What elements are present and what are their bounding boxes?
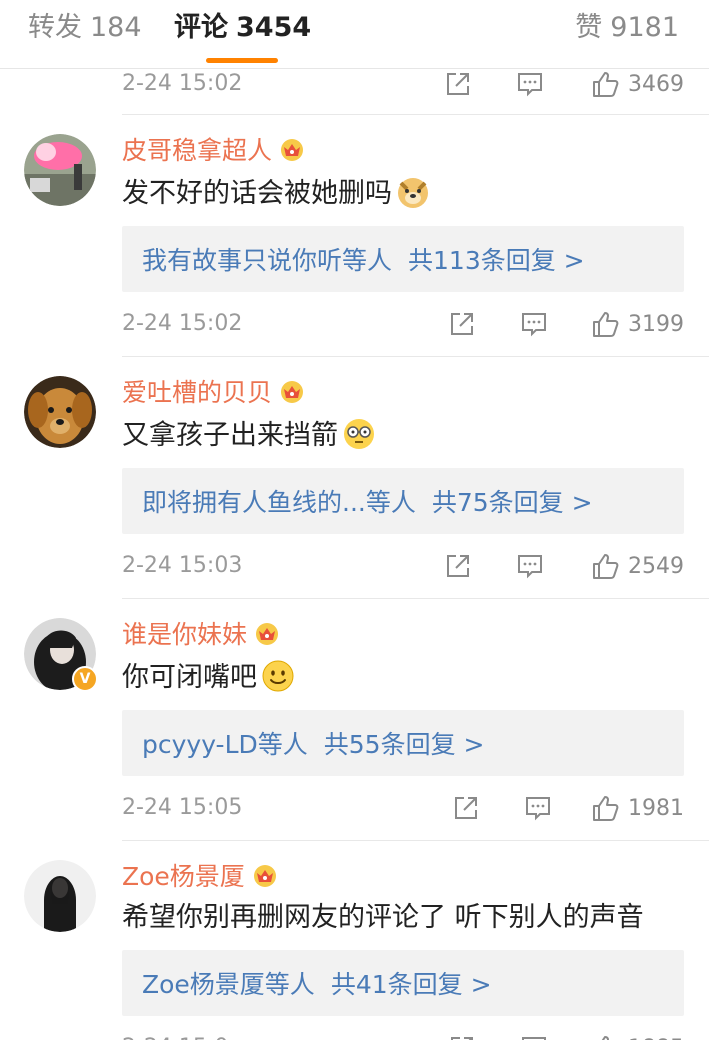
reply-preview-box[interactable]: pcyyy-LD等人 共55条回复 > bbox=[122, 710, 684, 776]
avatar[interactable]: V bbox=[24, 618, 98, 692]
comment-item: Zoe杨景厦 希望你别再删网友的评论了 听下别人的声音 Zoe杨景厦等人 共41… bbox=[0, 840, 709, 1040]
avatar[interactable] bbox=[24, 860, 96, 932]
like-count: 3199 bbox=[628, 311, 684, 337]
active-tab-indicator bbox=[206, 58, 278, 63]
comment-item: V 谁是你妹妹 你可闭嘴吧 pcyyy-LD等人 共55条回复 > 2-24 1… bbox=[0, 598, 709, 840]
tab-comments[interactable]: 评论 3454 bbox=[174, 10, 311, 46]
username-row: 爱吐槽的贝贝 bbox=[122, 376, 306, 410]
username[interactable]: 谁是你妹妹 bbox=[122, 618, 247, 652]
thumbs-up-icon bbox=[593, 312, 619, 337]
crown-icon bbox=[251, 862, 279, 892]
avatar[interactable] bbox=[24, 134, 96, 206]
smile-emoji-icon bbox=[261, 659, 295, 697]
share-icon[interactable] bbox=[452, 794, 480, 826]
reply-count-link[interactable]: 共113条回复 > bbox=[408, 241, 585, 277]
comment-meta-row: 2-24 15:02 3469 bbox=[122, 66, 684, 102]
reply-users: 我有故事只说你听等人 bbox=[142, 246, 393, 275]
comment-meta-row: 2-24 15:03 2549 bbox=[122, 548, 684, 584]
comment-timestamp: 2-24 15:05 bbox=[122, 795, 243, 820]
reply-users: Zoe杨景厦等人 bbox=[142, 970, 315, 999]
comment-meta-row: 2-24 15:02 3199 bbox=[122, 306, 684, 342]
tab-comments-label: 评论 bbox=[174, 12, 228, 43]
comment-text-row: 希望你别再删网友的评论了 听下别人的声音 bbox=[122, 898, 644, 938]
thumbs-up-icon bbox=[593, 554, 619, 579]
like-button[interactable]: 2549 bbox=[590, 548, 684, 584]
like-button[interactable]: 3469 bbox=[590, 66, 684, 102]
weibo-comments-page: 转发 184 评论 3454 赞 9181 2-24 15:02 3469 皮哥… bbox=[0, 0, 709, 1040]
reply-icon[interactable] bbox=[516, 552, 544, 584]
comment-text: 又拿孩子出来挡箭 bbox=[122, 420, 338, 451]
comment-text: 希望你别再删网友的评论了 听下别人的声音 bbox=[122, 902, 644, 933]
thumbs-up-icon bbox=[601, 1036, 609, 1040]
username[interactable]: 爱吐槽的贝贝 bbox=[122, 376, 272, 410]
thumbs-up-icon bbox=[593, 72, 619, 97]
like-button[interactable]: 3199 bbox=[590, 306, 684, 342]
glasses-emoji-icon bbox=[342, 417, 376, 455]
comment-item: 皮哥稳拿超人 发不好的话会被她删吗 我有故事只说你听等人 共113条回复 > 2… bbox=[0, 114, 709, 356]
tab-likes-count: 9181 bbox=[610, 12, 679, 43]
tab-repost-label: 转发 bbox=[28, 12, 82, 43]
like-button[interactable]: 1981 bbox=[590, 790, 684, 826]
avatar[interactable] bbox=[24, 376, 96, 448]
share-icon[interactable] bbox=[448, 310, 476, 342]
like-count: 1885 bbox=[628, 1036, 684, 1040]
tab-repost-count: 184 bbox=[90, 12, 142, 43]
crown-icon bbox=[278, 378, 306, 408]
crown-icon bbox=[278, 136, 306, 166]
comment-timestamp: 2-24 15:03 bbox=[122, 553, 243, 578]
comment-timestamp: 2-24 15:0 bbox=[122, 1032, 228, 1040]
comment-text: 你可闭嘴吧 bbox=[122, 662, 257, 693]
reply-preview-box[interactable]: 我有故事只说你听等人 共113条回复 > bbox=[122, 226, 684, 292]
username[interactable]: 皮哥稳拿超人 bbox=[122, 134, 272, 168]
username-row: Zoe杨景厦 bbox=[122, 860, 279, 894]
comment-meta-row: 2-24 15:0 1885 bbox=[122, 1030, 684, 1040]
doge-emoji-icon bbox=[396, 175, 430, 213]
reply-count-link[interactable]: 共41条回复 > bbox=[331, 965, 492, 1001]
like-button[interactable]: 1885 bbox=[590, 1030, 684, 1040]
reply-icon[interactable] bbox=[520, 310, 548, 342]
share-icon[interactable] bbox=[448, 1034, 476, 1040]
username[interactable]: Zoe杨景厦 bbox=[122, 860, 245, 894]
comment-meta-row: 2-24 15:05 1981 bbox=[122, 790, 684, 826]
verified-badge: V bbox=[72, 666, 98, 692]
like-count: 2549 bbox=[628, 553, 684, 579]
reply-preview-box[interactable]: Zoe杨景厦等人 共41条回复 > bbox=[122, 950, 684, 1016]
reply-count-link[interactable]: 共75条回复 > bbox=[432, 483, 593, 519]
share-icon[interactable] bbox=[444, 552, 472, 584]
tab-likes[interactable]: 赞 9181 bbox=[575, 10, 679, 46]
crown-icon bbox=[253, 620, 281, 650]
thumbs-up-icon bbox=[593, 796, 619, 821]
tab-comments-count: 3454 bbox=[236, 12, 312, 43]
comment-text-row: 发不好的话会被她删吗 bbox=[122, 174, 430, 214]
comment-item: 爱吐槽的贝贝 又拿孩子出来挡箭 即将拥有人鱼线的...等人 共75条回复 > 2… bbox=[0, 356, 709, 598]
reply-icon[interactable] bbox=[520, 1034, 548, 1040]
share-icon[interactable] bbox=[444, 70, 472, 102]
username-row: 谁是你妹妹 bbox=[122, 618, 281, 652]
comment-text-row: 你可闭嘴吧 bbox=[122, 658, 295, 698]
comment-text: 发不好的话会被她删吗 bbox=[122, 178, 392, 209]
reply-icon[interactable] bbox=[524, 794, 552, 826]
tab-likes-label: 赞 bbox=[575, 12, 603, 43]
like-count: 1981 bbox=[628, 795, 684, 821]
reply-users: pcyyy-LD等人 bbox=[142, 730, 308, 759]
reply-icon[interactable] bbox=[516, 70, 544, 102]
comment-timestamp: 2-24 15:02 bbox=[122, 71, 243, 96]
comment-text-row: 又拿孩子出来挡箭 bbox=[122, 416, 376, 456]
reply-count-link[interactable]: 共55条回复 > bbox=[324, 725, 485, 761]
like-count: 3469 bbox=[628, 71, 684, 97]
username-row: 皮哥稳拿超人 bbox=[122, 134, 306, 168]
tab-bar: 转发 184 评论 3454 赞 9181 bbox=[0, 0, 709, 69]
reply-users: 即将拥有人鱼线的...等人 bbox=[142, 488, 416, 517]
comment-timestamp: 2-24 15:02 bbox=[122, 311, 243, 336]
tab-repost[interactable]: 转发 184 bbox=[28, 10, 142, 46]
reply-preview-box[interactable]: 即将拥有人鱼线的...等人 共75条回复 > bbox=[122, 468, 684, 534]
